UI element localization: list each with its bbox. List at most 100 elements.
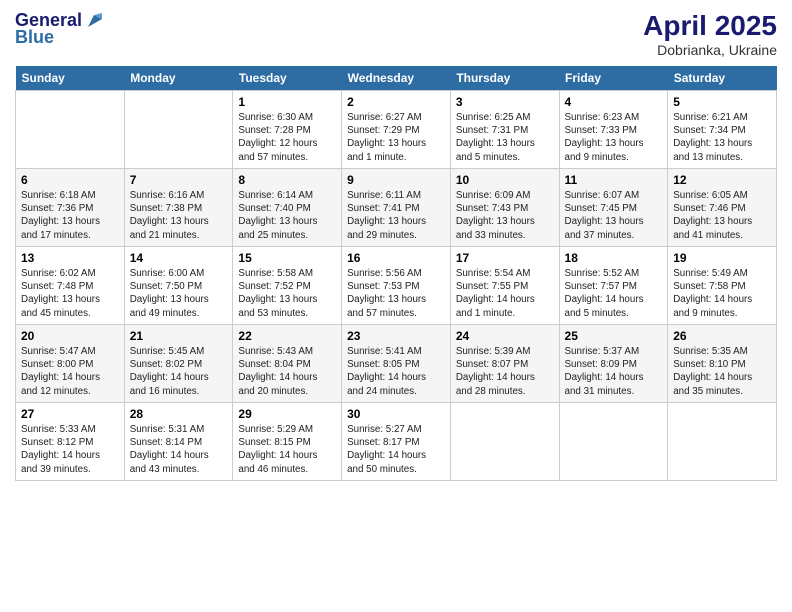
calendar-cell: 4 Sunrise: 6:23 AMSunset: 7:33 PMDaylight… (559, 91, 668, 169)
calendar-cell: 5Sunrise: 6:21 AMSunset: 7:34 PMDaylight… (668, 91, 777, 169)
calendar-cell: 22Sunrise: 5:43 AMSunset: 8:04 PMDayligh… (233, 325, 342, 403)
cell-details: Sunrise: 6:00 AMSunset: 7:50 PMDaylight:… (130, 267, 228, 320)
cell-details: Sunrise: 5:58 AMSunset: 7:52 PMDaylight:… (238, 267, 336, 320)
calendar-cell: 27 Sunrise: 5:33 AMSunset: 8:12 PMDayligh… (16, 403, 125, 481)
calendar-cell (450, 403, 559, 481)
cell-details: Sunrise: 5:49 AMSunset: 7:58 PMDaylight:… (673, 267, 771, 320)
col-header-saturday: Saturday (668, 66, 777, 91)
calendar-cell: 21 Sunrise: 5:45 AMSunset: 8:02 PMDayligh… (124, 325, 233, 403)
day-number: 15 (238, 251, 336, 265)
day-number: 28 (130, 407, 228, 421)
logo: General Blue (15, 10, 106, 48)
day-number: 21 (130, 329, 228, 343)
day-number: 27 (21, 407, 119, 421)
cell-details: Sunrise: 5:33 AMSunset: 8:12 PMDaylight:… (21, 423, 119, 476)
col-header-thursday: Thursday (450, 66, 559, 91)
day-number: 10 (456, 173, 554, 187)
calendar-cell: 30 Sunrise: 5:27 AMSunset: 8:17 PMDayligh… (342, 403, 451, 481)
calendar-cell: 26 Sunrise: 5:35 AMSunset: 8:10 PMDayligh… (668, 325, 777, 403)
col-header-friday: Friday (559, 66, 668, 91)
cell-details: Sunrise: 6:11 AMSunset: 7:41 PMDaylight:… (347, 189, 445, 242)
cell-details: Sunrise: 5:39 AMSunset: 8:07 PMDaylight:… (456, 345, 554, 398)
cell-details: Sunrise: 6:18 AMSunset: 7:36 PMDaylight:… (21, 189, 119, 242)
day-number: 8 (238, 173, 336, 187)
calendar-cell: 15 Sunrise: 5:58 AMSunset: 7:52 PMDayligh… (233, 247, 342, 325)
day-number: 19 (673, 251, 771, 265)
calendar-cell (16, 91, 125, 169)
day-number: 12 (673, 173, 771, 187)
cell-details: Sunrise: 6:23 AMSunset: 7:33 PMDaylight:… (565, 111, 663, 164)
calendar-cell (559, 403, 668, 481)
cell-details: Sunrise: 5:52 AMSunset: 7:57 PMDaylight:… (565, 267, 663, 320)
calendar-cell: 3 Sunrise: 6:25 AMSunset: 7:31 PMDaylight… (450, 91, 559, 169)
calendar-cell: 1 Sunrise: 6:30 AMSunset: 7:28 PMDaylight… (233, 91, 342, 169)
cell-details: Sunrise: 5:54 AMSunset: 7:55 PMDaylight:… (456, 267, 554, 320)
calendar-cell: 10 Sunrise: 6:09 AMSunset: 7:43 PMDayligh… (450, 169, 559, 247)
cell-details: Sunrise: 5:29 AMSunset: 8:15 PMDaylight:… (238, 423, 336, 476)
day-number: 23 (347, 329, 445, 343)
week-row-1: 1 Sunrise: 6:30 AMSunset: 7:28 PMDaylight… (16, 91, 777, 169)
col-header-monday: Monday (124, 66, 233, 91)
calendar-cell: 17 Sunrise: 5:54 AMSunset: 7:55 PMDayligh… (450, 247, 559, 325)
cell-details: Sunrise: 6:30 AMSunset: 7:28 PMDaylight:… (238, 111, 336, 164)
cell-details: Sunrise: 6:27 AMSunset: 7:29 PMDaylight:… (347, 111, 445, 164)
day-number: 7 (130, 173, 228, 187)
cell-details: Sunrise: 5:47 AMSunset: 8:00 PMDaylight:… (21, 345, 119, 398)
calendar-cell: 13Sunrise: 6:02 AMSunset: 7:48 PMDayligh… (16, 247, 125, 325)
calendar-cell: 28 Sunrise: 5:31 AMSunset: 8:14 PMDayligh… (124, 403, 233, 481)
week-row-5: 27 Sunrise: 5:33 AMSunset: 8:12 PMDayligh… (16, 403, 777, 481)
day-number: 11 (565, 173, 663, 187)
cell-details: Sunrise: 5:43 AMSunset: 8:04 PMDaylight:… (238, 345, 336, 398)
calendar-table: SundayMondayTuesdayWednesdayThursdayFrid… (15, 66, 777, 481)
calendar-cell: 16Sunrise: 5:56 AMSunset: 7:53 PMDayligh… (342, 247, 451, 325)
day-number: 2 (347, 95, 445, 109)
calendar-cell: 29 Sunrise: 5:29 AMSunset: 8:15 PMDayligh… (233, 403, 342, 481)
day-number: 14 (130, 251, 228, 265)
cell-details: Sunrise: 6:07 AMSunset: 7:45 PMDaylight:… (565, 189, 663, 242)
day-number: 25 (565, 329, 663, 343)
day-number: 29 (238, 407, 336, 421)
cell-details: Sunrise: 5:27 AMSunset: 8:17 PMDaylight:… (347, 423, 445, 476)
calendar-cell: 14 Sunrise: 6:00 AMSunset: 7:50 PMDayligh… (124, 247, 233, 325)
header: General Blue April 2025 Dobrianka, Ukrai… (15, 10, 777, 58)
cell-details: Sunrise: 6:16 AMSunset: 7:38 PMDaylight:… (130, 189, 228, 242)
cell-details: Sunrise: 5:31 AMSunset: 8:14 PMDaylight:… (130, 423, 228, 476)
calendar-cell: 18 Sunrise: 5:52 AMSunset: 7:57 PMDayligh… (559, 247, 668, 325)
day-number: 17 (456, 251, 554, 265)
day-number: 3 (456, 95, 554, 109)
cell-details: Sunrise: 6:25 AMSunset: 7:31 PMDaylight:… (456, 111, 554, 164)
day-number: 20 (21, 329, 119, 343)
subtitle: Dobrianka, Ukraine (643, 42, 777, 58)
calendar-cell: 2 Sunrise: 6:27 AMSunset: 7:29 PMDaylight… (342, 91, 451, 169)
col-header-sunday: Sunday (16, 66, 125, 91)
cell-details: Sunrise: 5:45 AMSunset: 8:02 PMDaylight:… (130, 345, 228, 398)
day-number: 24 (456, 329, 554, 343)
day-number: 9 (347, 173, 445, 187)
main-title: April 2025 (643, 10, 777, 42)
day-number: 30 (347, 407, 445, 421)
week-row-4: 20 Sunrise: 5:47 AMSunset: 8:00 PMDayligh… (16, 325, 777, 403)
calendar-cell (668, 403, 777, 481)
day-number: 5 (673, 95, 771, 109)
day-number: 6 (21, 173, 119, 187)
header-row: SundayMondayTuesdayWednesdayThursdayFrid… (16, 66, 777, 91)
calendar-cell: 25 Sunrise: 5:37 AMSunset: 8:09 PMDayligh… (559, 325, 668, 403)
day-number: 13 (21, 251, 119, 265)
calendar-cell: 20 Sunrise: 5:47 AMSunset: 8:00 PMDayligh… (16, 325, 125, 403)
calendar-page: General Blue April 2025 Dobrianka, Ukrai… (0, 0, 792, 612)
calendar-cell: 9 Sunrise: 6:11 AMSunset: 7:41 PMDaylight… (342, 169, 451, 247)
day-number: 18 (565, 251, 663, 265)
cell-details: Sunrise: 6:09 AMSunset: 7:43 PMDaylight:… (456, 189, 554, 242)
cell-details: Sunrise: 6:14 AMSunset: 7:40 PMDaylight:… (238, 189, 336, 242)
cell-details: Sunrise: 6:05 AMSunset: 7:46 PMDaylight:… (673, 189, 771, 242)
cell-details: Sunrise: 5:37 AMSunset: 8:09 PMDaylight:… (565, 345, 663, 398)
day-number: 1 (238, 95, 336, 109)
day-number: 4 (565, 95, 663, 109)
logo-icon (84, 9, 106, 31)
calendar-cell: 19 Sunrise: 5:49 AMSunset: 7:58 PMDayligh… (668, 247, 777, 325)
cell-details: Sunrise: 5:41 AMSunset: 8:05 PMDaylight:… (347, 345, 445, 398)
week-row-2: 6 Sunrise: 6:18 AMSunset: 7:36 PMDaylight… (16, 169, 777, 247)
calendar-cell: 24 Sunrise: 5:39 AMSunset: 8:07 PMDayligh… (450, 325, 559, 403)
cell-details: Sunrise: 5:35 AMSunset: 8:10 PMDaylight:… (673, 345, 771, 398)
day-number: 26 (673, 329, 771, 343)
